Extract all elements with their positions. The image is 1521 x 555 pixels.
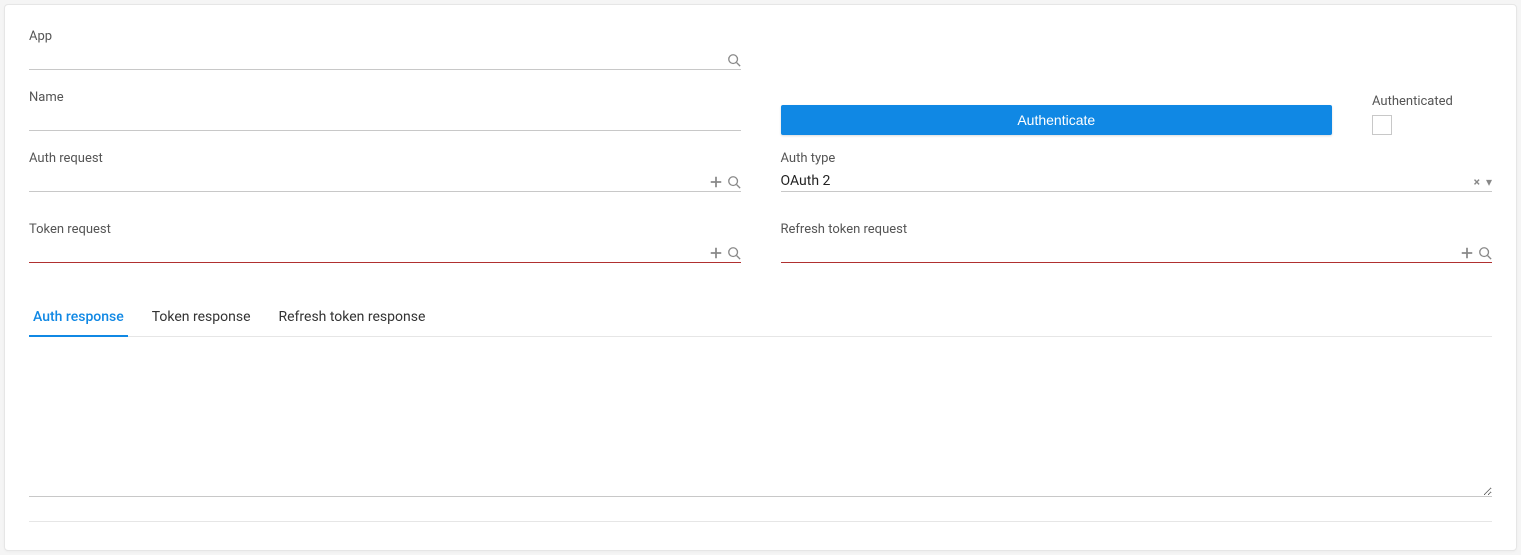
response-textarea[interactable] xyxy=(29,367,1492,497)
name-label: Name xyxy=(29,90,741,105)
search-icon[interactable] xyxy=(1478,246,1492,260)
authenticate-button[interactable]: Authenticate xyxy=(781,105,1333,135)
app-field: App xyxy=(29,29,741,70)
tab-token-response[interactable]: Token response xyxy=(148,301,255,337)
search-icon[interactable] xyxy=(727,175,741,189)
search-icon[interactable] xyxy=(727,246,741,260)
auth-type-label: Auth type xyxy=(781,151,1493,166)
auth-type-value: OAuth 2 xyxy=(781,173,1474,191)
clear-icon[interactable]: × xyxy=(1474,175,1480,189)
app-label: App xyxy=(29,29,741,44)
tab-refresh-token-response[interactable]: Refresh token response xyxy=(275,301,430,337)
auth-request-field: Auth request xyxy=(29,151,741,192)
search-icon[interactable] xyxy=(727,53,741,67)
name-field: Name xyxy=(29,90,741,131)
footer-divider xyxy=(29,521,1492,522)
auth-request-input[interactable] xyxy=(29,169,709,191)
refresh-token-request-label: Refresh token request xyxy=(781,222,1493,237)
response-tabs: Auth response Token response Refresh tok… xyxy=(29,301,1492,337)
authenticated-checkbox[interactable] xyxy=(1372,115,1392,135)
tab-auth-response[interactable]: Auth response xyxy=(29,301,128,337)
auth-type-select[interactable]: OAuth 2 × ▾ xyxy=(781,168,1493,192)
token-request-field: Token request xyxy=(29,222,741,263)
plus-icon[interactable] xyxy=(709,175,723,189)
auth-request-label: Auth request xyxy=(29,151,741,166)
token-request-input[interactable] xyxy=(29,240,709,262)
app-input[interactable] xyxy=(29,47,727,69)
token-request-label: Token request xyxy=(29,222,741,237)
authenticated-label: Authenticated xyxy=(1372,94,1492,109)
refresh-token-request-field: Refresh token request xyxy=(781,222,1493,263)
refresh-token-request-input[interactable] xyxy=(781,240,1461,262)
plus-icon[interactable] xyxy=(709,246,723,260)
plus-icon[interactable] xyxy=(1460,246,1474,260)
auth-config-panel: App Name xyxy=(4,4,1517,551)
chevron-down-icon[interactable]: ▾ xyxy=(1486,175,1492,189)
authenticated-field: Authenticated xyxy=(1372,94,1492,135)
name-input[interactable] xyxy=(29,108,741,130)
auth-type-field: Auth type OAuth 2 × ▾ xyxy=(781,151,1493,192)
